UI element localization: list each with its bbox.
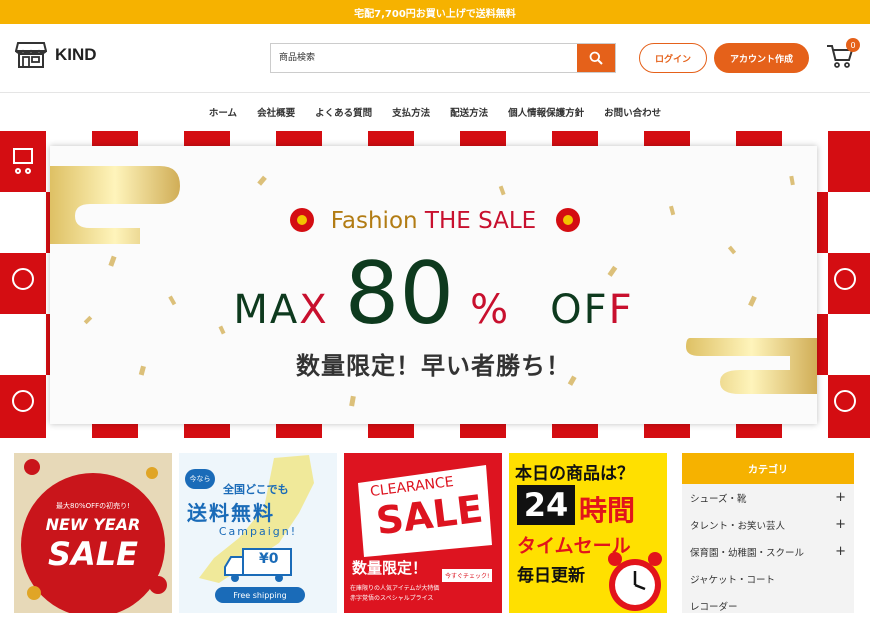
shipping-price: ¥0: [259, 551, 279, 567]
category-item[interactable]: シューズ・靴 +: [682, 484, 854, 511]
hero-title: Fashion THE SALE: [330, 208, 537, 234]
hero-discount: MAX 80% OFF: [233, 244, 634, 344]
hero-banner[interactable]: Fashion THE SALE MAX 80% OFF 数量限定！早い者勝ち！: [0, 131, 870, 438]
promo-new-year-sale[interactable]: 最大80%OFFの初売り! NEW YEAR SALE: [14, 453, 172, 613]
search-button[interactable]: [577, 44, 615, 72]
nav-item-contact[interactable]: お問い合わせ: [604, 105, 661, 119]
store-icon: [15, 42, 47, 68]
shipping-bubble: 今なら: [185, 469, 215, 489]
category-item[interactable]: 保育園・幼稚園・スクール +: [682, 538, 854, 565]
promo-clearance-sale[interactable]: CLEARANCE SALE 数量限定！ 今すぐチェック! 在庫限りの人気アイテ…: [344, 453, 502, 613]
nav-item-shipping[interactable]: 配送方法: [450, 105, 488, 119]
site-logo[interactable]: KIND: [15, 41, 97, 69]
newyear-title: NEW YEAR: [45, 515, 141, 534]
nav-item-company[interactable]: 会社概要: [257, 105, 295, 119]
promo-time-sale[interactable]: 本日の商品は？ 24 時間 タイムセール 毎日更新: [509, 453, 667, 613]
newyear-small-text: 最大80%OFFの初売り!: [56, 502, 130, 510]
logo-text: KIND: [55, 45, 97, 64]
category-item[interactable]: ジャケット・コート: [682, 565, 854, 592]
search-icon: [589, 51, 603, 65]
create-account-button[interactable]: アカウント作成: [714, 43, 809, 73]
login-button[interactable]: ログイン: [639, 43, 707, 73]
category-sidebar: カテゴリ シューズ・靴 + タレント・お笑い芸人 + 保育園・幼稚園・スクール …: [682, 453, 854, 613]
category-item[interactable]: レコーダー: [682, 592, 854, 619]
promo-free-shipping[interactable]: 今なら 全国どこでも 送料無料 Campaign! ¥0 Free shippi…: [179, 453, 337, 613]
expand-plus-icon[interactable]: +: [835, 517, 846, 532]
shipping-line2: 送料無料: [187, 501, 275, 525]
shipping-line1: 全国どこでも: [223, 483, 289, 496]
category-item[interactable]: タレント・お笑い芸人 +: [682, 511, 854, 538]
newyear-sale: SALE: [47, 535, 139, 573]
alarm-clock-icon: [608, 552, 662, 611]
discount-number: 80: [344, 244, 455, 344]
expand-plus-icon[interactable]: +: [835, 490, 846, 505]
shipping-footer: Free shipping: [215, 587, 305, 603]
clearance-line3: 数量限定！: [352, 559, 428, 577]
clearance-tag: 今すぐチェック!: [442, 569, 493, 582]
nav-item-privacy[interactable]: 個人情報保護方針: [508, 105, 584, 119]
category-title: カテゴリ: [682, 453, 854, 484]
timesale-digits: 24: [517, 485, 575, 525]
hero-panel: Fashion THE SALE MAX 80% OFF 数量限定！早い者勝ち！: [50, 146, 817, 424]
main-nav: ホーム 会社概要 よくある質問 支払方法 配送方法 個人情報保護方針 お問い合わ…: [0, 92, 870, 130]
nav-item-home[interactable]: ホーム: [209, 105, 237, 119]
hero-subtitle: 数量限定！早い者勝ち！: [296, 352, 571, 380]
clearance-small1: 在庫限りの人気アイテムが大特価: [350, 585, 440, 592]
timesale-line1: 本日の商品は？: [515, 464, 634, 484]
nav-item-payment[interactable]: 支払方法: [392, 105, 430, 119]
site-header: KIND ログイン アカウント作成 0: [0, 24, 870, 92]
clearance-small2: 赤字覚悟のスペシャルプライス: [350, 595, 434, 602]
timesale-line2: 時間: [579, 494, 636, 527]
announcement-text: 宅配7,700円お買い上げで送料無料: [354, 8, 516, 20]
search-bar: [270, 43, 616, 73]
search-input[interactable]: [271, 44, 577, 72]
shipping-announcement-bar: 宅配7,700円お買い上げで送料無料: [0, 0, 870, 24]
shipping-line3: Campaign!: [218, 525, 298, 538]
timesale-line4: 毎日更新: [517, 566, 585, 586]
nav-item-faq[interactable]: よくある質問: [315, 105, 372, 119]
cart-count-badge: 0: [846, 38, 860, 52]
expand-plus-icon[interactable]: +: [835, 544, 846, 559]
